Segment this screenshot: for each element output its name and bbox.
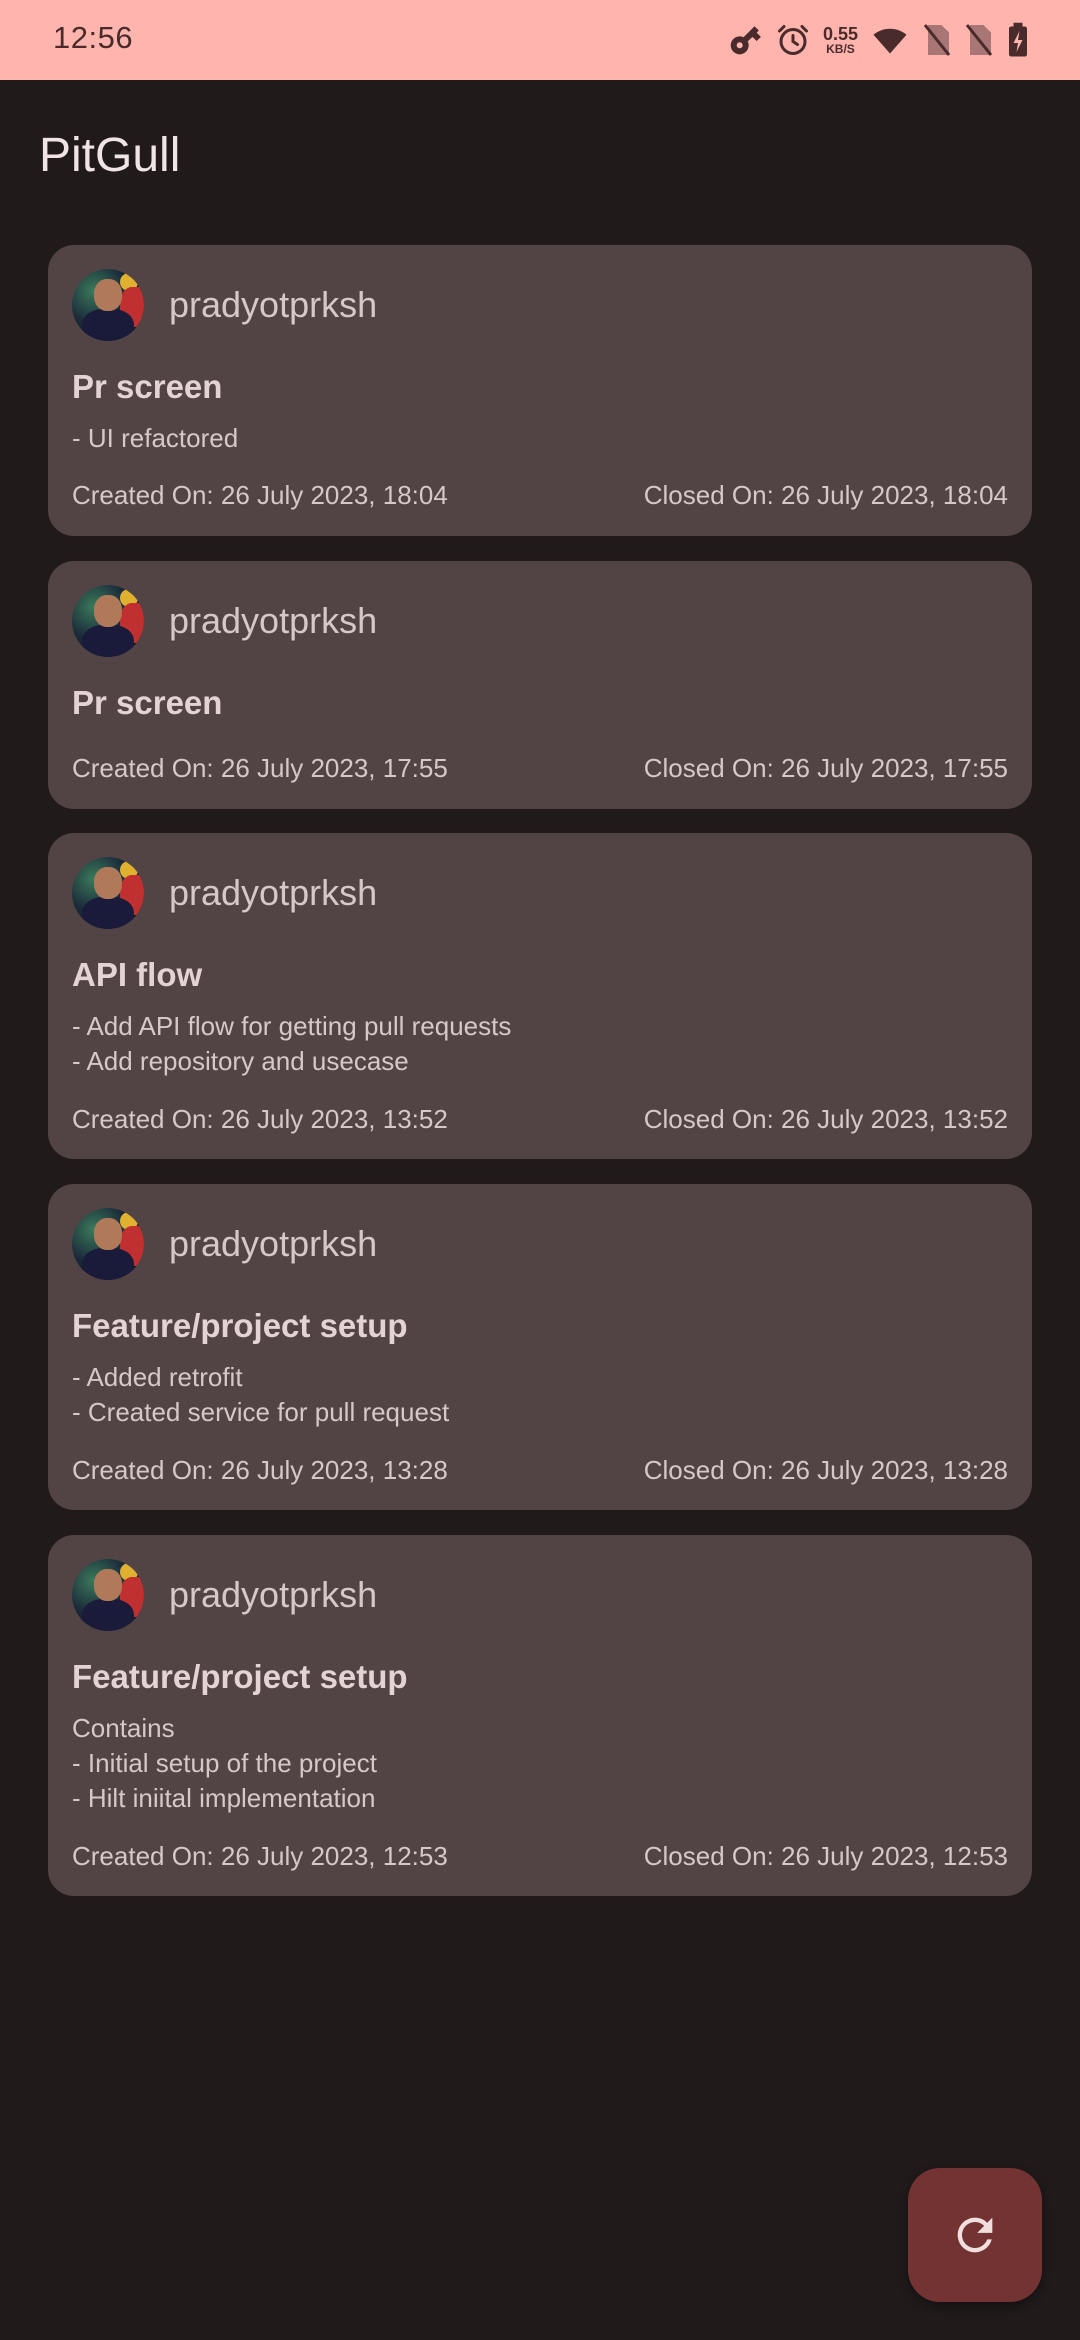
vpn-key-icon xyxy=(730,26,761,55)
date-row: Created On: 26 July 2023, 12:53 Closed O… xyxy=(72,1841,1008,1872)
date-row: Created On: 26 July 2023, 13:52 Closed O… xyxy=(72,1104,1008,1135)
pr-description: - Add API flow for getting pull requests… xyxy=(72,1011,512,1076)
no-sim-icon xyxy=(965,24,993,56)
avatar xyxy=(72,585,144,657)
pr-card[interactable]: pradyotprksh API flow - Add API flow for… xyxy=(48,833,1032,1159)
created-date: Created On: 26 July 2023, 13:52 xyxy=(72,1104,448,1134)
author-name: pradyotprksh xyxy=(169,1223,378,1264)
pr-title: Pr screen xyxy=(72,368,223,405)
author-row: pradyotprksh xyxy=(72,1208,377,1280)
pr-title: Pr screen xyxy=(72,684,223,721)
author-row: pradyotprksh xyxy=(72,857,377,929)
pr-description: - UI refactored xyxy=(72,423,239,453)
pr-card[interactable]: pradyotprksh Feature/project setup Conta… xyxy=(48,1535,1032,1896)
pr-description: - Added retrofit - Created service for p… xyxy=(72,1362,450,1427)
status-icons: 0.55 KB/S xyxy=(727,18,1030,62)
author-name: pradyotprksh xyxy=(169,1574,378,1615)
created-date: Created On: 26 July 2023, 18:04 xyxy=(72,480,448,510)
refresh-icon xyxy=(957,2217,993,2253)
created-date: Created On: 26 July 2023, 13:28 xyxy=(72,1455,448,1485)
battery-charging-icon xyxy=(1009,22,1027,57)
closed-date: Closed On: 26 July 2023, 13:28 xyxy=(643,1455,1008,1485)
pr-card[interactable]: pradyotprksh Pr screen - UI refactored C… xyxy=(48,245,1032,536)
no-sim-icon xyxy=(923,24,951,56)
author-row: pradyotprksh xyxy=(72,269,377,341)
wifi-icon xyxy=(873,28,907,54)
created-date: Created On: 26 July 2023, 17:55 xyxy=(72,753,448,783)
pr-card[interactable]: pradyotprksh Pr screen Created On: 26 Ju… xyxy=(48,561,1032,809)
author-row: pradyotprksh xyxy=(72,1559,377,1631)
network-speed: 0.55 KB/S xyxy=(823,25,858,55)
author-name: pradyotprksh xyxy=(169,284,378,325)
status-bar: 12:56 0.55 KB/S xyxy=(0,0,1080,80)
network-speed-value: 0.55 xyxy=(822,24,858,44)
closed-date: Closed On: 26 July 2023, 12:53 xyxy=(643,1841,1008,1871)
closed-date: Closed On: 26 July 2023, 18:04 xyxy=(643,480,1008,510)
pr-title: Feature/project setup xyxy=(72,1658,408,1695)
date-row: Created On: 26 July 2023, 13:28 Closed O… xyxy=(72,1455,1008,1486)
pr-card[interactable]: pradyotprksh Feature/project setup - Add… xyxy=(48,1184,1032,1510)
avatar xyxy=(72,269,144,341)
status-time: 12:56 xyxy=(53,20,134,55)
author-name: pradyotprksh xyxy=(169,872,378,913)
avatar xyxy=(72,857,144,929)
network-speed-unit: KB/S xyxy=(826,42,855,56)
pr-title: Feature/project setup xyxy=(72,1307,408,1344)
date-row: Created On: 26 July 2023, 18:04 Closed O… xyxy=(72,480,1008,511)
closed-date: Closed On: 26 July 2023, 13:52 xyxy=(643,1104,1008,1134)
app-title: PitGull xyxy=(39,129,181,182)
created-date: Created On: 26 July 2023, 12:53 xyxy=(72,1841,448,1871)
pr-description: Contains - Initial setup of the project … xyxy=(72,1713,377,1813)
avatar xyxy=(72,1559,144,1631)
date-row: Created On: 26 July 2023, 17:55 Closed O… xyxy=(72,753,1008,784)
pr-title: API flow xyxy=(72,956,203,993)
alarm-icon xyxy=(777,25,808,55)
avatar xyxy=(72,1208,144,1280)
author-name: pradyotprksh xyxy=(169,600,378,641)
closed-date: Closed On: 26 July 2023, 17:55 xyxy=(643,753,1008,783)
refresh-button[interactable] xyxy=(908,2168,1042,2302)
author-row: pradyotprksh xyxy=(72,585,377,657)
